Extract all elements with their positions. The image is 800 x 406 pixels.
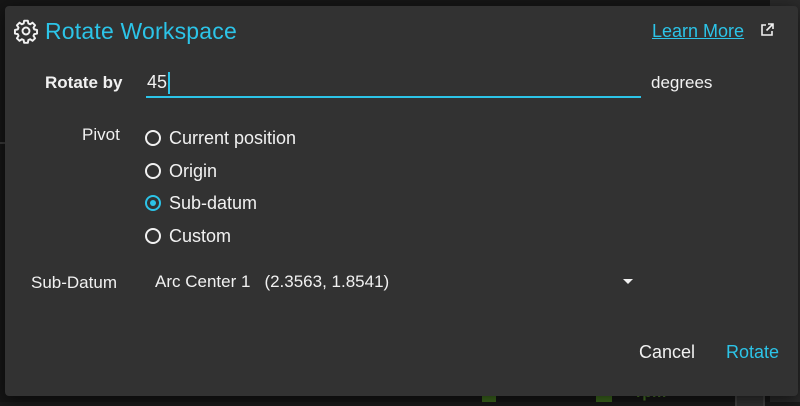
sub-datum-coordinates: (2.3563, 1.8541) <box>264 272 390 291</box>
radio-label: Custom <box>169 225 232 246</box>
pivot-option-current-position[interactable]: Current position <box>145 125 296 151</box>
external-link-icon[interactable] <box>759 22 775 38</box>
radio-label: Current position <box>169 127 297 148</box>
text-cursor <box>168 72 171 95</box>
pivot-option-custom[interactable]: Custom <box>145 223 231 249</box>
dialog-title: Rotate Workspace <box>45 18 237 44</box>
sub-datum-dropdown[interactable]: Arc Center 1 (2.3563, 1.8541) <box>155 268 633 296</box>
pivot-option-sub-datum[interactable]: Sub-datum <box>145 190 257 216</box>
rotate-angle-input[interactable]: 45 <box>146 68 641 98</box>
gear-icon <box>13 19 39 44</box>
cancel-button[interactable]: Cancel <box>639 342 695 363</box>
radio-button[interactable] <box>145 228 161 244</box>
radio-button-selected[interactable] <box>145 195 161 211</box>
radio-label: Origin <box>169 160 218 181</box>
radio-label: Sub-datum <box>169 192 258 213</box>
radio-button[interactable] <box>145 130 161 146</box>
pivot-label: Pivot <box>82 125 120 144</box>
rotate-workspace-dialog: Rotate Workspace Learn More Rotate by 45… <box>5 6 798 396</box>
rotate-by-label: Rotate by <box>45 73 123 92</box>
sub-datum-name: Arc Center 1 <box>155 272 251 291</box>
pivot-option-origin[interactable]: Origin <box>145 158 217 184</box>
rotate-button[interactable]: Rotate <box>726 342 779 363</box>
dropdown-arrow-icon[interactable] <box>623 279 633 284</box>
sub-datum-label: Sub-Datum <box>31 273 117 292</box>
radio-button[interactable] <box>145 163 161 179</box>
degrees-unit-label: degrees <box>651 73 713 92</box>
rotate-angle-value: 45 <box>147 72 168 92</box>
learn-more-link[interactable]: Learn More <box>652 21 744 42</box>
